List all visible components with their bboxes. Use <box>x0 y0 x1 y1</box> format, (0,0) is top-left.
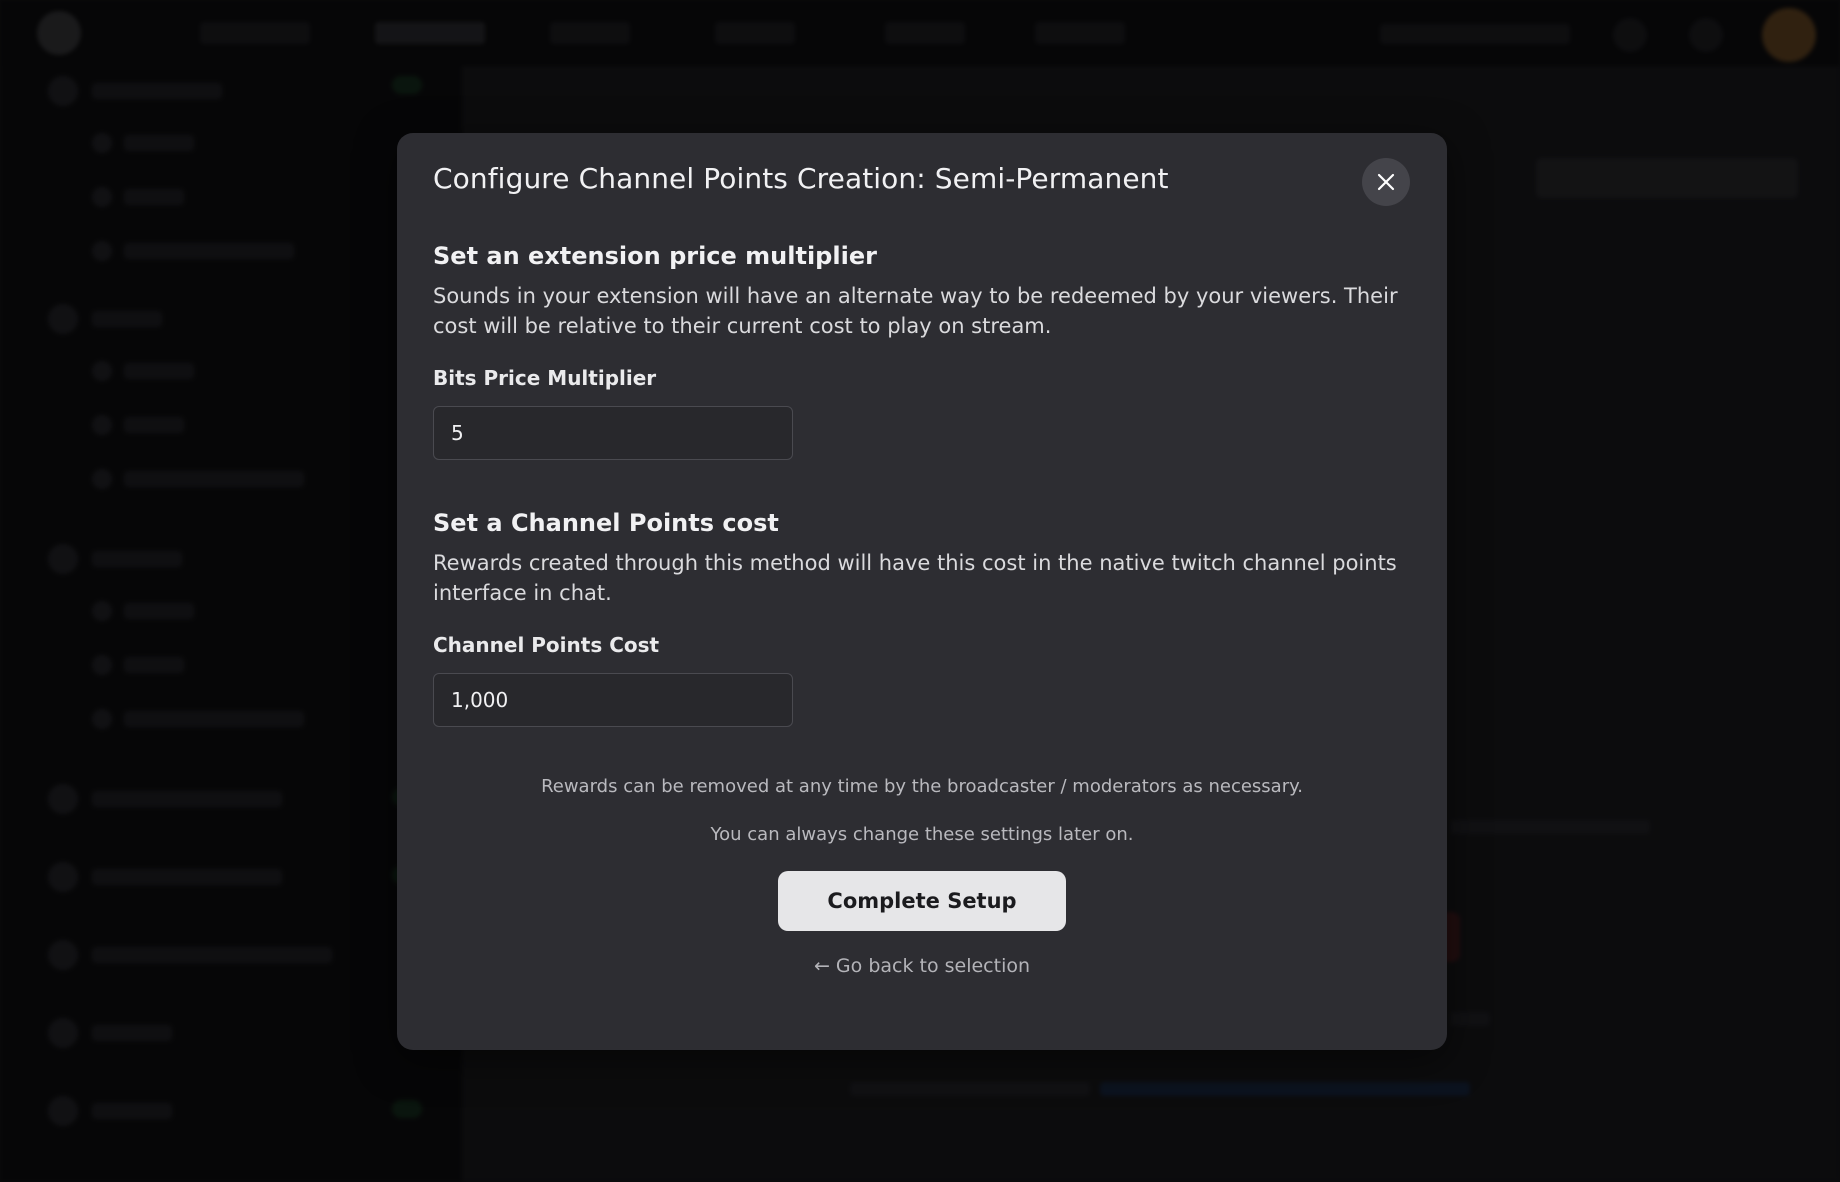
close-icon <box>1377 173 1395 191</box>
channel-points-cost-label: Channel Points Cost <box>433 633 660 657</box>
go-back-link[interactable]: ← Go back to selection <box>397 955 1447 977</box>
bits-price-multiplier-input[interactable] <box>433 406 793 460</box>
change-settings-note: You can always change these settings lat… <box>710 824 1134 845</box>
close-button[interactable] <box>1362 158 1410 206</box>
channel-points-cost-input[interactable] <box>433 673 793 727</box>
multiplier-section-description: Sounds in your extension will have an al… <box>433 284 1398 338</box>
removal-note: Rewards can be removed at any time by th… <box>541 776 1303 797</box>
channel-points-section-description: Rewards created through this method will… <box>433 551 1397 605</box>
channel-points-section-heading: Set a Channel Points cost <box>433 509 779 537</box>
modal-title: Configure Channel Points Creation: Semi-… <box>433 162 1169 195</box>
multiplier-section-heading: Set an extension price multiplier <box>433 242 877 270</box>
bits-price-multiplier-label: Bits Price Multiplier <box>433 366 657 390</box>
configure-modal: Configure Channel Points Creation: Semi-… <box>397 133 1447 1050</box>
complete-setup-button[interactable]: Complete Setup <box>778 871 1066 931</box>
